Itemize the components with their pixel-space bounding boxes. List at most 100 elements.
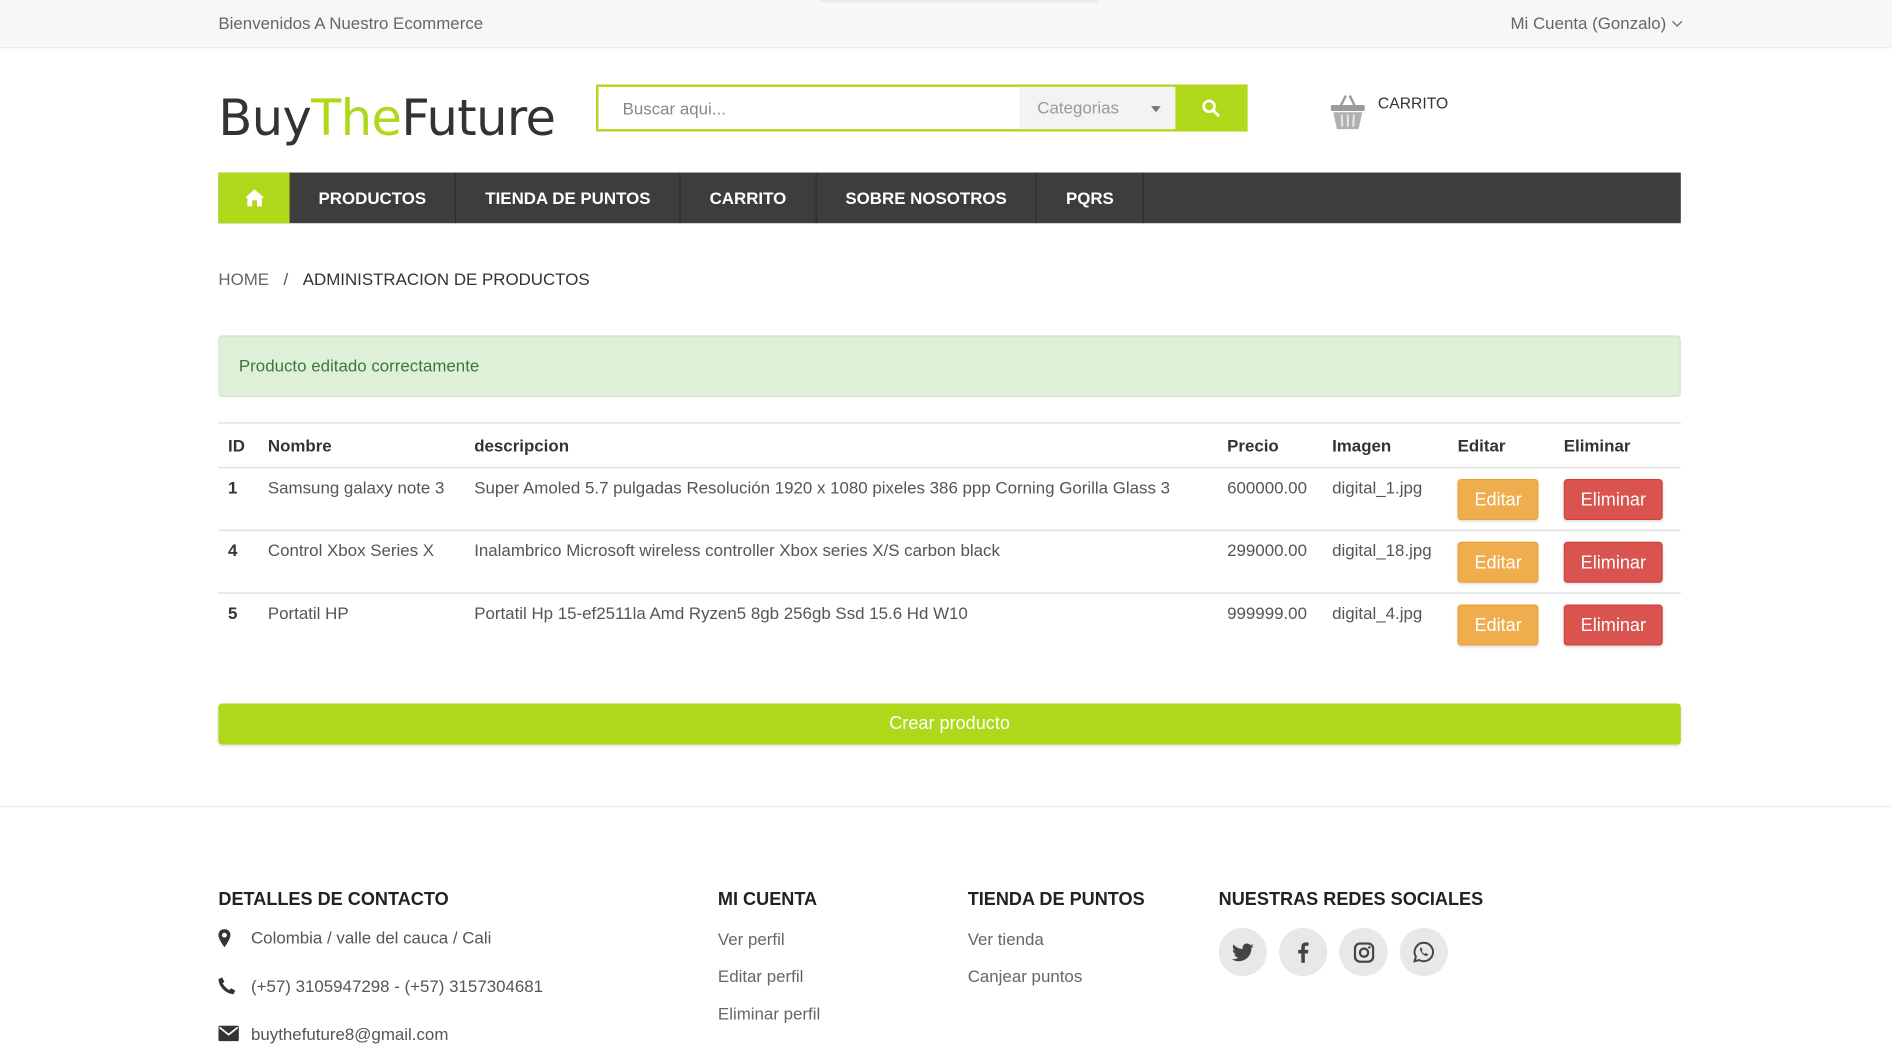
breadcrumb-separator: /	[283, 269, 289, 289]
envelope-icon	[218, 1025, 239, 1042]
nav-item-tienda-de-puntos[interactable]: TIENDA DE PUNTOS	[456, 172, 681, 224]
site-logo[interactable]: BuyTheFuture	[218, 89, 556, 148]
products-table: ID Nombre descripcion Precio Imagen Edit…	[218, 422, 1681, 656]
nav-item-productos[interactable]: PRODUCTOS	[290, 172, 457, 224]
logo-part-future: Future	[401, 89, 556, 148]
phone-icon	[218, 977, 236, 995]
breadcrumb: HOME / ADMINISTRACION DE PRODUCTOS	[218, 269, 589, 288]
logo-part-buy: Buy	[218, 89, 312, 148]
breadcrumb-home[interactable]: HOME	[218, 269, 269, 288]
search-input[interactable]	[598, 86, 1020, 130]
search-button[interactable]	[1175, 85, 1246, 131]
footer-social: NUESTRAS REDES SOCIALES	[1218, 889, 1484, 977]
search-bar: Categorias	[596, 84, 1248, 132]
col-header-eliminar: Eliminar	[1554, 422, 1681, 469]
cell-nombre: Portatil HP	[267, 603, 349, 623]
col-header-imagen: Imagen	[1322, 422, 1448, 469]
edit-button[interactable]: Editar	[1457, 541, 1539, 583]
nav-home[interactable]	[218, 172, 290, 224]
contact-email-text: buythefuture8@gmail.com	[250, 1024, 449, 1044]
edit-button[interactable]: Editar	[1457, 478, 1539, 520]
cell-precio: 999999.00	[1227, 603, 1307, 623]
account-label: Mi Cuenta (Gonzalo)	[1510, 13, 1667, 33]
footer-contact-title: DETALLES DE CONTACTO	[218, 889, 449, 910]
home-icon	[244, 189, 264, 207]
twitter-icon	[1231, 942, 1254, 961]
cell-eliminar: Eliminar	[1554, 467, 1681, 531]
cell-id: 5	[228, 603, 238, 623]
cell-editar: Editar	[1447, 530, 1555, 594]
logo-part-the: The	[311, 89, 402, 148]
instagram-button[interactable]	[1339, 927, 1388, 977]
chevron-down-icon	[1672, 16, 1683, 27]
create-product-button[interactable]: Crear producto	[218, 703, 1681, 745]
table-row: 5 Portatil HP Portatil Hp 15-ef2511la Am…	[218, 593, 1680, 656]
contact-address: Colombia / valle del cauca / Cali	[218, 928, 543, 976]
main-nav: PRODUCTOS TIENDA DE PUNTOS CARRITO SOBRE…	[218, 172, 1681, 224]
cell-nombre: Samsung galaxy note 3	[258, 467, 465, 531]
cell-eliminar: Eliminar	[1554, 530, 1681, 594]
footer-social-title: NUESTRAS REDES SOCIALES	[1218, 889, 1484, 910]
cell-editar: Editar	[1448, 593, 1554, 656]
contact-email: buythefuture8@gmail.com	[218, 1024, 543, 1060]
footer-store-title: TIENDA DE PUNTOS	[967, 889, 1145, 910]
facebook-button[interactable]	[1278, 927, 1328, 977]
welcome-text: Bienvenidos A Nuestro Ecommerce	[218, 13, 484, 33]
delete-button[interactable]: Eliminar	[1563, 478, 1663, 520]
edit-button[interactable]: Editar	[1457, 604, 1539, 646]
basket-icon	[1330, 95, 1365, 130]
map-marker-icon	[218, 929, 231, 948]
cell-nombre: Control Xbox Series X	[258, 530, 465, 594]
col-header-precio: Precio	[1217, 422, 1323, 469]
delete-button[interactable]: Eliminar	[1563, 604, 1663, 646]
cell-precio: 600000.00	[1217, 467, 1323, 531]
table-header-row: ID Nombre descripcion Precio Imagen Edit…	[218, 422, 1681, 469]
cell-descripcion: Super Amoled 5.7 pulgadas Resolución 192…	[464, 467, 1218, 531]
table-row: 1 Samsung galaxy note 3 Super Amoled 5.7…	[218, 467, 1681, 531]
footer-divider	[0, 806, 1892, 808]
cell-imagen: digital_4.jpg	[1332, 603, 1423, 623]
footer-link-ver-perfil[interactable]: Ver perfil	[718, 928, 820, 965]
col-header-editar: Editar	[1447, 422, 1555, 469]
cell-imagen: digital_1.jpg	[1322, 467, 1448, 531]
footer-link-ver-tienda[interactable]: Ver tienda	[968, 928, 1145, 965]
cart-widget[interactable]: CARRITO	[1330, 92, 1449, 131]
cell-descripcion: Inalambrico Microsoft wireless controlle…	[464, 530, 1218, 594]
footer-link-editar-perfil[interactable]: Editar perfil	[718, 965, 820, 1002]
top-bar: Bienvenidos A Nuestro Ecommerce Mi Cuent…	[0, 0, 1892, 49]
cell-imagen: digital_18.jpg	[1322, 530, 1448, 594]
nav-item-carrito[interactable]: CARRITO	[681, 172, 817, 224]
contact-phone-text: (+57) 3105947298 - (+57) 3157304681	[250, 976, 544, 996]
caret-down-icon	[1151, 106, 1162, 113]
delete-button[interactable]: Eliminar	[1563, 541, 1663, 583]
footer-link-eliminar-perfil[interactable]: Eliminar perfil	[718, 1003, 820, 1040]
breadcrumb-current: ADMINISTRACION DE PRODUCTOS	[302, 269, 590, 289]
col-header-id: ID	[218, 422, 259, 469]
nav-item-pqrs[interactable]: PQRS	[1037, 172, 1145, 224]
cell-editar: Editar	[1447, 467, 1555, 531]
account-menu[interactable]: Mi Cuenta (Gonzalo)	[1510, 13, 1683, 33]
cell-precio: 299000.00	[1217, 530, 1323, 594]
footer-account-title: MI CUENTA	[717, 889, 818, 910]
cell-id: 1	[218, 467, 259, 531]
footer-store: TIENDA DE PUNTOS Ver tienda Canjear punt…	[968, 889, 1145, 1002]
top-shadow	[820, 0, 1099, 4]
footer-link-canjear-puntos[interactable]: Canjear puntos	[968, 965, 1145, 1002]
categories-select[interactable]: Categorias	[1019, 86, 1176, 130]
twitter-button[interactable]	[1218, 927, 1267, 977]
footer-contact: DETALLES DE CONTACTO Colombia / valle de…	[218, 889, 543, 1060]
nav-item-sobre-nosotros[interactable]: SOBRE NOSOTROS	[816, 172, 1037, 224]
col-header-nombre: Nombre	[258, 422, 465, 469]
whatsapp-button[interactable]	[1399, 927, 1448, 977]
facebook-icon	[1298, 941, 1309, 963]
cell-eliminar: Eliminar	[1554, 593, 1681, 656]
categories-label: Categorias	[1037, 97, 1119, 118]
social-icons	[1218, 927, 1483, 977]
col-header-descripcion: descripcion	[464, 422, 1218, 469]
cart-label: CARRITO	[1377, 94, 1449, 113]
search-icon	[1201, 99, 1220, 117]
whatsapp-icon	[1413, 941, 1434, 963]
contact-phone: (+57) 3105947298 - (+57) 3157304681	[218, 976, 543, 1024]
footer-account: MI CUENTA Ver perfil Editar perfil Elimi…	[718, 889, 820, 1040]
instagram-icon	[1353, 941, 1374, 963]
